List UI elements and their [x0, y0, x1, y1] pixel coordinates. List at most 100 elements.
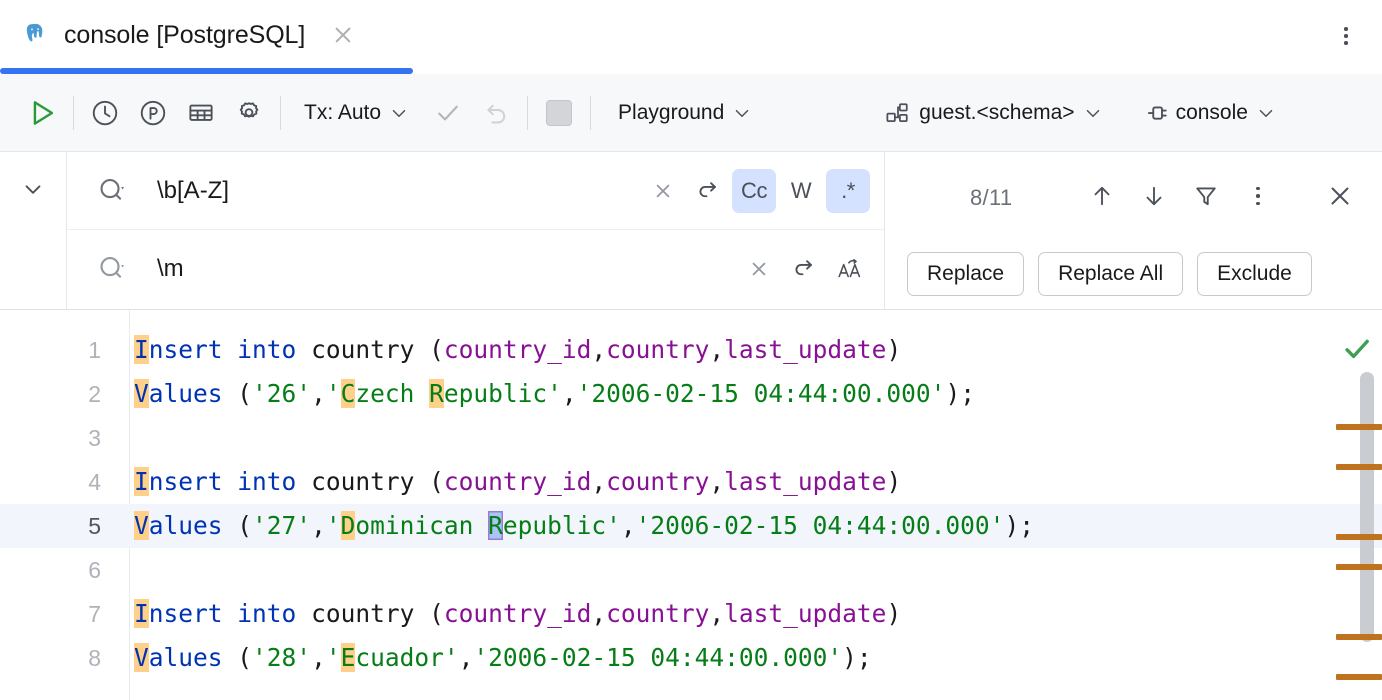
code-token: , — [591, 467, 606, 496]
arrow-down-icon[interactable] — [1132, 174, 1176, 218]
close-find-panel-button[interactable] — [1318, 174, 1362, 218]
kebab-menu-icon[interactable] — [1336, 26, 1356, 46]
code-token: , — [621, 511, 636, 540]
database-context-selector[interactable]: guest.<schema> — [873, 89, 1109, 137]
toolbar-divider — [280, 96, 281, 130]
toolbar-divider — [73, 96, 74, 130]
chevron-down-icon — [388, 102, 410, 124]
run-play-icon[interactable] — [18, 89, 66, 137]
clock-history-icon[interactable] — [81, 89, 129, 137]
code-token: ) — [886, 599, 901, 628]
chevron-down-icon — [1082, 102, 1104, 124]
stop-square-icon[interactable] — [535, 89, 583, 137]
kebab-menu-icon[interactable] — [1236, 174, 1280, 218]
code-token: country — [606, 335, 709, 364]
code-line[interactable]: Insert into country (country_id,country,… — [134, 592, 901, 636]
search-input[interactable] — [129, 171, 642, 211]
code-token: ominican — [355, 511, 488, 540]
scrollbar-match-marker — [1336, 564, 1382, 570]
replace-button[interactable]: Replace — [907, 252, 1024, 296]
collapse-find-panel-button[interactable] — [18, 174, 48, 204]
code-token: ' — [326, 379, 341, 408]
filter-funnel-icon[interactable] — [1184, 174, 1228, 218]
match-case-toggle[interactable]: Cc — [732, 169, 776, 213]
line-number-gutter: 12345678 — [0, 310, 130, 700]
line-number: 4 — [11, 460, 101, 504]
arrow-up-icon[interactable] — [1080, 174, 1124, 218]
code-line[interactable]: Values ('28','Ecuador','2006-02-15 04:44… — [134, 636, 872, 680]
replace-actions — [738, 248, 884, 290]
find-results-controls: 8/11 Replace Repla — [884, 152, 1382, 309]
close-icon[interactable] — [329, 21, 357, 49]
checkmark-commit-icon[interactable] — [424, 89, 472, 137]
code-line[interactable]: Values ('26','Czech Republic','2006-02-1… — [134, 372, 975, 416]
code-token: country — [311, 467, 414, 496]
session-context-selector[interactable]: console — [1132, 89, 1283, 137]
code-token: ); — [945, 379, 975, 408]
tab-label: console [PostgreSQL] — [64, 21, 305, 50]
replace-all-button[interactable]: Replace All — [1038, 252, 1183, 296]
replace-input[interactable] — [129, 249, 738, 289]
scrollbar-match-marker — [1336, 464, 1382, 470]
code-token: cuador' — [355, 643, 458, 672]
kebab-dots — [1256, 187, 1260, 206]
code-token: into — [237, 467, 296, 496]
code-token: , — [591, 335, 606, 364]
code-token: '2006-02-15 04:44:00.000' — [473, 643, 842, 672]
tab-console-postgresql[interactable]: console [PostgreSQL] — [0, 0, 375, 70]
regex-toggle[interactable]: .* — [826, 169, 870, 213]
code-line[interactable]: Values ('27','Dominican Republic','2006-… — [134, 504, 1034, 548]
scrollbar-match-marker — [1336, 674, 1382, 680]
code-line[interactable]: Insert into country (country_id,country,… — [134, 460, 901, 504]
replace-history-icon[interactable] — [783, 248, 825, 290]
code-token: '2006-02-15 04:44:00.000' — [636, 511, 1005, 540]
code-token — [296, 599, 311, 628]
code-token — [296, 335, 311, 364]
line-number: 8 — [11, 636, 101, 680]
search-match: E — [341, 643, 356, 672]
code-token: epublic' — [503, 511, 621, 540]
search-match: V — [134, 511, 149, 540]
sql-editor[interactable]: 12345678 Insert into country (country_id… — [0, 310, 1382, 700]
line-number: 5 — [11, 504, 101, 548]
code-content[interactable]: Insert into country (country_id,country,… — [130, 310, 1382, 700]
exclude-button[interactable]: Exclude — [1197, 252, 1312, 296]
find-replace-panel: Cc W .* — [0, 152, 1382, 310]
schema-context-selector[interactable]: Playground — [608, 89, 759, 137]
search-history-icon[interactable] — [687, 170, 729, 212]
scrollbar-match-marker — [1336, 424, 1382, 430]
search-icon[interactable] — [95, 174, 129, 208]
transaction-mode-selector[interactable]: Tx: Auto — [294, 89, 416, 137]
replace-action-buttons: Replace Replace All Exclude — [907, 252, 1312, 296]
search-match: R — [429, 379, 444, 408]
code-token: ( — [414, 335, 444, 364]
gear-icon[interactable] — [225, 89, 273, 137]
code-token: into — [237, 335, 296, 364]
words-toggle[interactable]: W — [779, 169, 823, 213]
code-token — [223, 467, 238, 496]
toolbar-divider — [527, 96, 528, 130]
code-line[interactable]: Insert into country (country_id,country,… — [134, 328, 901, 372]
preserve-case-icon[interactable] — [828, 248, 870, 290]
code-token: , — [562, 379, 577, 408]
search-match: I — [134, 599, 149, 628]
code-token: last_update — [724, 467, 886, 496]
circled-p-icon[interactable] — [129, 89, 177, 137]
code-token: ) — [886, 467, 901, 496]
search-icon[interactable] — [95, 252, 129, 286]
table-grid-icon[interactable] — [177, 89, 225, 137]
schema-context-label: Playground — [618, 101, 724, 125]
code-token: '27' — [252, 511, 311, 540]
clear-search-button[interactable] — [642, 170, 684, 212]
chevron-down-icon — [731, 102, 753, 124]
code-token: ' — [326, 511, 341, 540]
code-token: ( — [223, 379, 253, 408]
code-token: into — [237, 599, 296, 628]
rollback-undo-icon[interactable] — [472, 89, 520, 137]
clear-replace-button[interactable] — [738, 248, 780, 290]
vertical-scrollbar-thumb[interactable] — [1360, 372, 1374, 642]
postgresql-elephant-icon — [22, 21, 50, 49]
code-token: country — [606, 467, 709, 496]
code-token: , — [311, 379, 326, 408]
line-number: 3 — [11, 416, 101, 460]
